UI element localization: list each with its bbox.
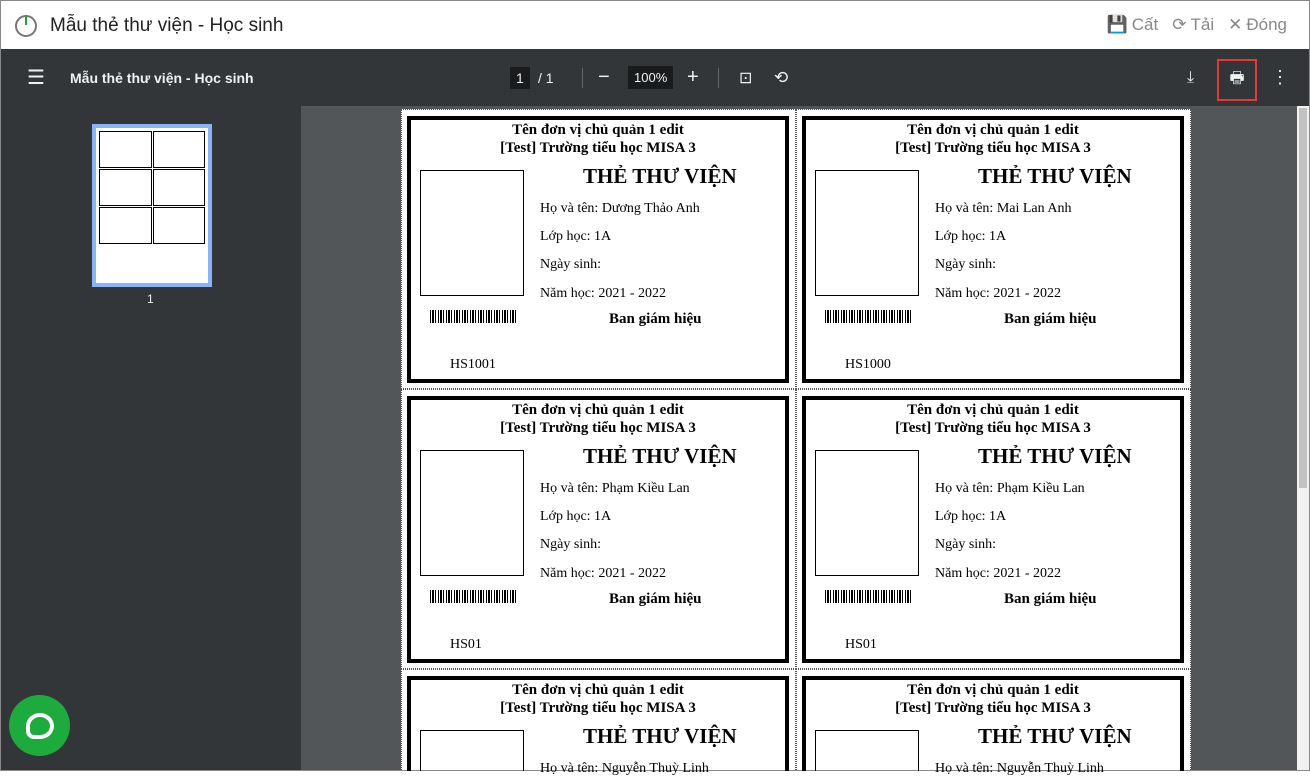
card-school: [Test] Trường tiểu học MISA 3 <box>895 140 1091 156</box>
card-unit: Tên đơn vị chủ quản 1 edit <box>907 402 1079 418</box>
card-year: Năm học: 2021 - 2022 <box>935 566 1061 581</box>
window-actions: 💾 Cất ⟳ Tải ✕ Đóng <box>1107 15 1287 35</box>
pdf-toolbar: ☰ Mẫu thẻ thư viện - Học sinh 1 / 1 − 10… <box>1 49 1309 106</box>
card-heading: THẺ THƯ VIỆN <box>583 444 737 468</box>
card-code: HS1000 <box>845 357 891 372</box>
app-icon <box>15 15 37 37</box>
card-unit: Tên đơn vị chủ quản 1 edit <box>512 402 684 418</box>
barcode <box>825 590 913 603</box>
fit-page-icon[interactable]: ⊡ <box>739 49 752 106</box>
library-card: Tên đơn vị chủ quản 1 edit [Test] Trường… <box>401 389 796 669</box>
card-school: [Test] Trường tiểu học MISA 3 <box>500 700 696 716</box>
library-card: Tên đơn vị chủ quản 1 edit [Test] Trường… <box>796 389 1191 669</box>
barcode <box>430 590 518 603</box>
card-signature: Ban giám hiệu <box>1004 311 1097 327</box>
card-year: Năm học: 2021 - 2022 <box>540 566 666 581</box>
print-button[interactable]: 🖶 <box>1217 59 1257 101</box>
scrollbar[interactable] <box>1297 106 1309 770</box>
page-total: / 1 <box>538 69 554 86</box>
reload-button[interactable]: ⟳ Tải <box>1172 15 1214 35</box>
zoom-input[interactable]: 100% <box>628 49 674 106</box>
page-thumbnail[interactable] <box>92 124 212 287</box>
card-dob: Ngày sinh: <box>540 257 602 272</box>
zoom-out-button[interactable]: − <box>598 49 610 106</box>
card-name: Họ và tên: Dương Thảo Anh <box>540 201 700 216</box>
chat-button[interactable] <box>9 695 70 756</box>
photo-placeholder <box>420 450 524 576</box>
card-signature: Ban giám hiệu <box>609 311 702 327</box>
card-class: Lớp học: 1A <box>935 229 1007 244</box>
document-title: Mẫu thẻ thư viện - Học sinh <box>70 69 254 86</box>
card-dob: Ngày sinh: <box>540 537 602 552</box>
card-class: Lớp học: 1A <box>935 509 1007 524</box>
card-school: [Test] Trường tiểu học MISA 3 <box>895 420 1091 436</box>
divider <box>718 68 719 88</box>
barcode <box>825 310 913 323</box>
print-icon: 🖶 <box>1229 69 1245 87</box>
photo-placeholder <box>420 170 524 296</box>
library-card: Tên đơn vị chủ quản 1 edit [Test] Trường… <box>796 669 1191 776</box>
more-options-icon[interactable]: ⋮ <box>1271 49 1289 106</box>
pdf-page: Tên đơn vị chủ quản 1 edit [Test] Trường… <box>401 109 1191 776</box>
close-icon: ✕ <box>1228 15 1243 34</box>
barcode <box>430 310 518 323</box>
save-button[interactable]: 💾 Cất <box>1107 15 1159 35</box>
photo-placeholder <box>420 730 524 771</box>
rotate-icon[interactable]: ⟲ <box>774 49 788 106</box>
save-icon: 💾 <box>1106 15 1128 34</box>
card-heading: THẺ THƯ VIỆN <box>978 444 1132 468</box>
card-name: Họ và tên: Nguyễn Thuỳ Linh <box>540 761 709 776</box>
photo-placeholder <box>815 730 919 771</box>
library-card: Tên đơn vị chủ quản 1 edit [Test] Trường… <box>401 109 796 389</box>
card-signature: Ban giám hiệu <box>609 591 702 607</box>
card-heading: THẺ THƯ VIỆN <box>583 724 737 748</box>
card-dob: Ngày sinh: <box>935 257 997 272</box>
window-titlebar: Mẫu thẻ thư viện - Học sinh 💾 Cất ⟳ Tải ✕ Đón… <box>1 1 1309 49</box>
card-code: HS1001 <box>450 357 496 372</box>
reload-icon: ⟳ <box>1172 15 1187 34</box>
card-school: [Test] Trường tiểu học MISA 3 <box>500 140 696 156</box>
thumbnail-label: 1 <box>147 292 154 306</box>
card-name: Họ và tên: Mai Lan Anh <box>935 201 1072 216</box>
card-heading: THẺ THƯ VIỆN <box>978 724 1132 748</box>
card-code: HS01 <box>845 637 877 652</box>
download-icon[interactable]: ⤓ <box>1187 49 1194 106</box>
card-name: Họ và tên: Nguyễn Thuỳ Linh <box>935 761 1104 776</box>
card-class: Lớp học: 1A <box>540 509 612 524</box>
card-unit: Tên đơn vị chủ quản 1 edit <box>907 682 1079 698</box>
card-school: [Test] Trường tiểu học MISA 3 <box>895 700 1091 716</box>
card-heading: THẺ THƯ VIỆN <box>978 164 1132 188</box>
card-name: Họ và tên: Phạm Kiều Lan <box>935 481 1085 496</box>
card-name: Họ và tên: Phạm Kiều Lan <box>540 481 690 496</box>
card-year: Năm học: 2021 - 2022 <box>935 286 1061 301</box>
pdf-viewer: Tên đơn vị chủ quản 1 edit [Test] Trường… <box>301 106 1297 776</box>
card-year: Năm học: 2021 - 2022 <box>540 286 666 301</box>
window-title: Mẫu thẻ thư viện - Học sinh <box>50 15 284 36</box>
menu-icon[interactable]: ☰ <box>27 49 45 106</box>
page-number-input[interactable]: 1 <box>510 49 530 106</box>
card-code: HS01 <box>450 637 482 652</box>
card-heading: THẺ THƯ VIỆN <box>583 164 737 188</box>
card-unit: Tên đơn vị chủ quản 1 edit <box>512 122 684 138</box>
zoom-in-button[interactable]: + <box>687 49 699 106</box>
photo-placeholder <box>815 450 919 576</box>
photo-placeholder <box>815 170 919 296</box>
card-school: [Test] Trường tiểu học MISA 3 <box>500 420 696 436</box>
card-unit: Tên đơn vị chủ quản 1 edit <box>512 682 684 698</box>
card-dob: Ngày sinh: <box>935 537 997 552</box>
card-unit: Tên đơn vị chủ quản 1 edit <box>907 122 1079 138</box>
card-class: Lớp học: 1A <box>540 229 612 244</box>
chat-icon <box>25 712 54 739</box>
library-card: Tên đơn vị chủ quản 1 edit [Test] Trường… <box>401 669 796 776</box>
close-button[interactable]: ✕ Đóng <box>1228 15 1287 35</box>
divider <box>582 68 583 88</box>
card-signature: Ban giám hiệu <box>1004 591 1097 607</box>
library-card: Tên đơn vị chủ quản 1 edit [Test] Trường… <box>796 109 1191 389</box>
